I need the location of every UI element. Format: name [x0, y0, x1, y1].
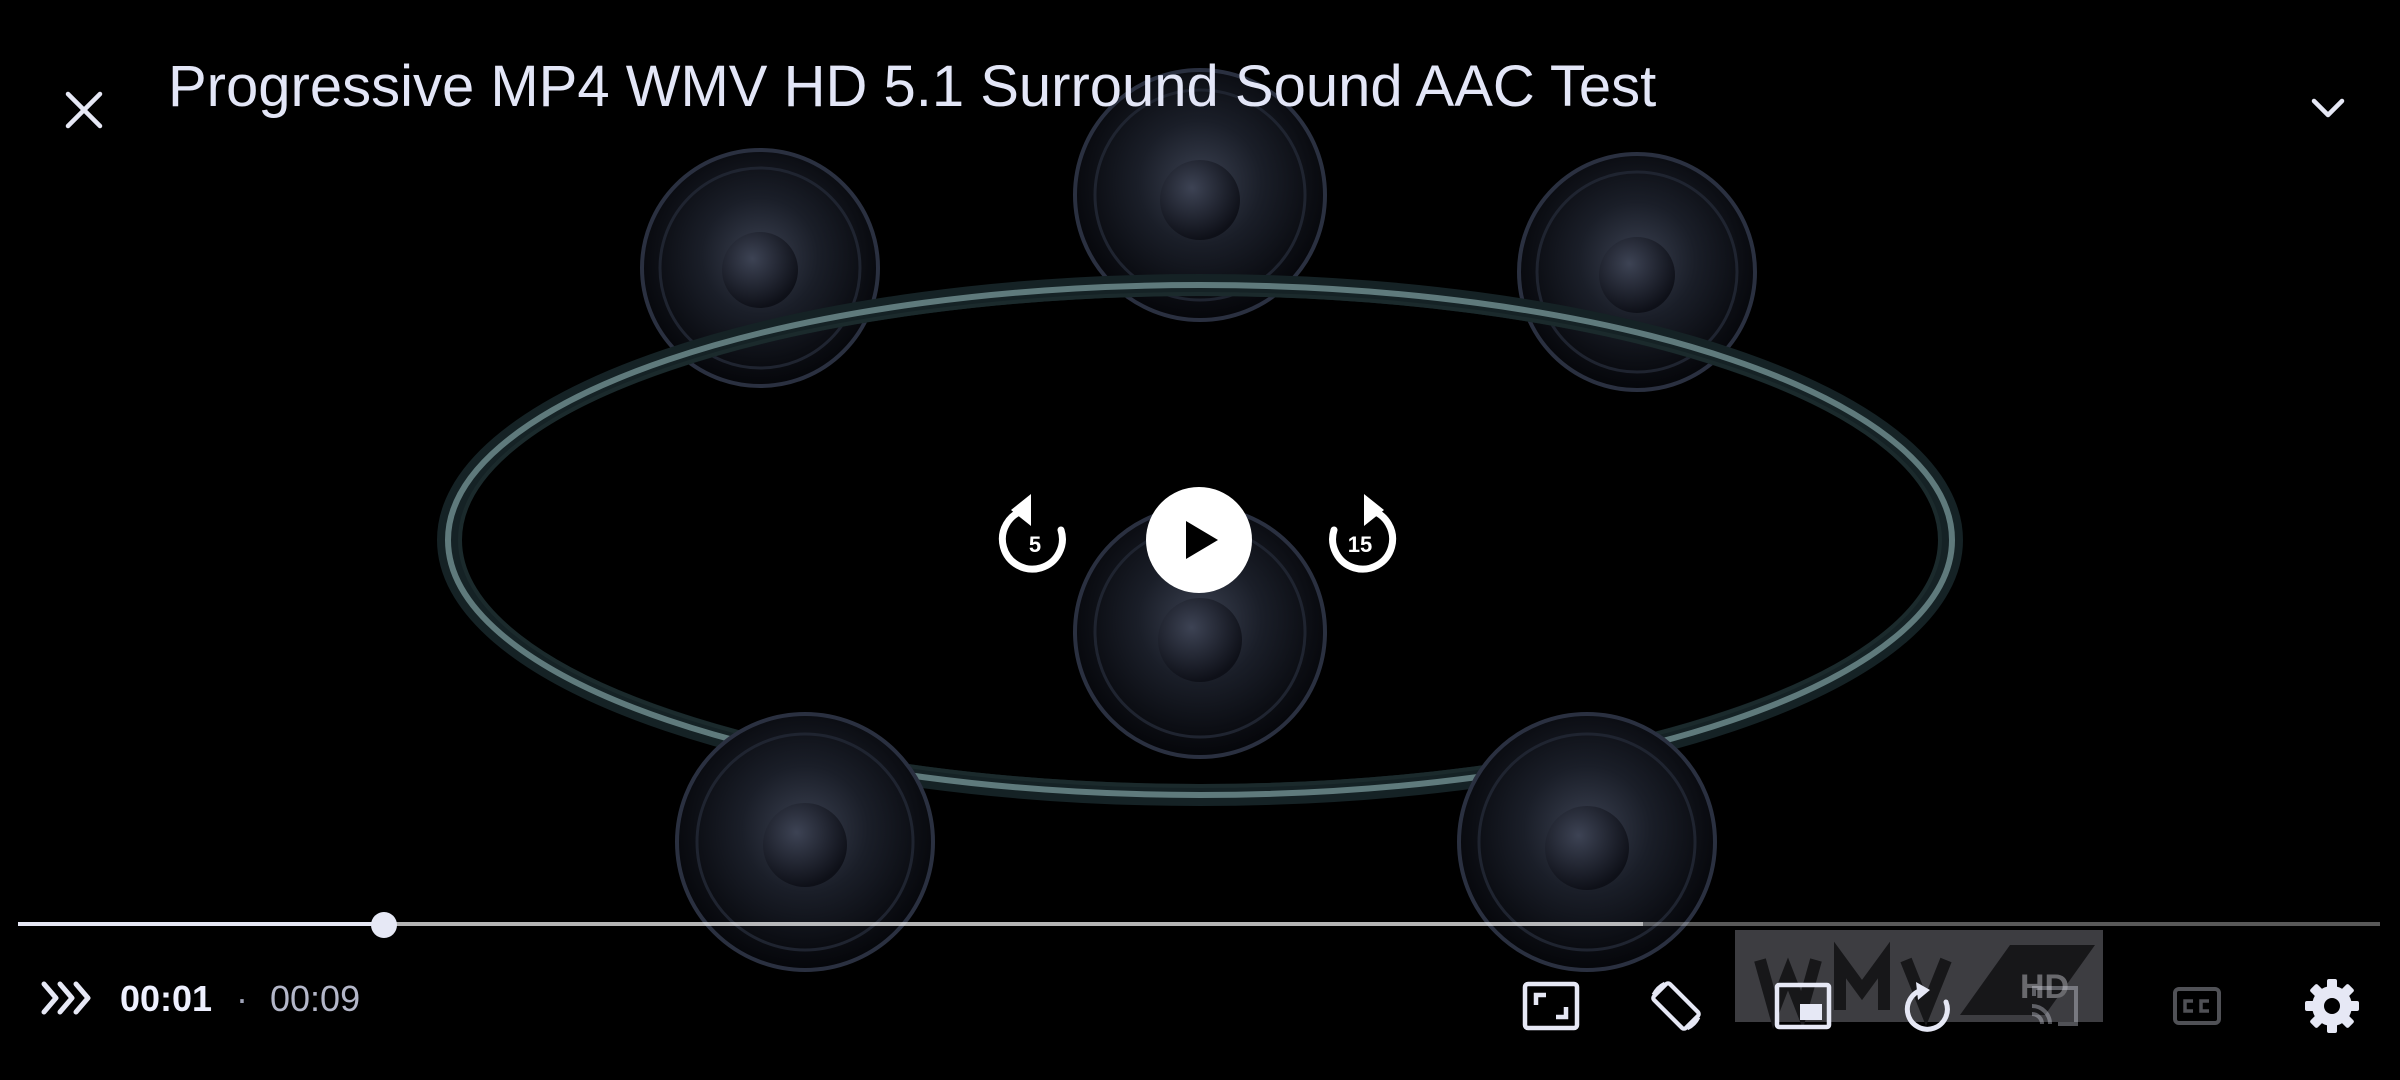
- forward-button[interactable]: 15: [1320, 490, 1400, 580]
- rotate-screen-icon: [1651, 981, 1701, 1031]
- total-time: 00:09: [270, 978, 361, 1019]
- video-title: Progressive MP4 WMV HD 5.1 Surround Soun…: [168, 54, 1657, 119]
- closed-captions-icon: [2173, 987, 2221, 1025]
- rewind-button[interactable]: 5: [995, 490, 1075, 580]
- collapse-button[interactable]: [2296, 76, 2360, 140]
- close-button[interactable]: [52, 78, 116, 142]
- speed-icon: [41, 981, 91, 1015]
- fullscreen-button[interactable]: [1521, 976, 1581, 1036]
- play-icon: [1186, 521, 1218, 559]
- playback-speed-button[interactable]: [40, 976, 96, 1020]
- chevron-down-icon: [2311, 98, 2345, 118]
- rotate-screen-button[interactable]: [1646, 976, 1706, 1036]
- time-separator: ·: [236, 978, 248, 1019]
- fullscreen-icon: [1522, 981, 1580, 1031]
- settings-icon: [2305, 979, 2359, 1033]
- cast-icon: [2031, 986, 2078, 1026]
- seek-progress: [18, 922, 385, 926]
- forward-seconds: 15: [1347, 532, 1373, 557]
- cast-button[interactable]: [2024, 976, 2084, 1036]
- repeat-icon: [1904, 982, 1950, 1032]
- close-icon: [65, 91, 103, 129]
- picture-in-picture-button[interactable]: [1773, 976, 1833, 1036]
- play-button[interactable]: [1146, 487, 1252, 593]
- picture-in-picture-icon: [1774, 982, 1832, 1030]
- bottom-bar: 00:01 · 00:09: [0, 960, 2400, 1040]
- top-bar: Progressive MP4 WMV HD 5.1 Surround Soun…: [0, 0, 2400, 160]
- current-time: 00:01: [120, 978, 213, 1019]
- closed-captions-button[interactable]: [2167, 976, 2227, 1036]
- settings-button[interactable]: [2302, 976, 2362, 1036]
- repeat-button[interactable]: [1898, 976, 1958, 1036]
- rewind-seconds: 5: [1028, 532, 1042, 557]
- seek-bar[interactable]: [18, 910, 2380, 940]
- seek-thumb[interactable]: [371, 912, 398, 938]
